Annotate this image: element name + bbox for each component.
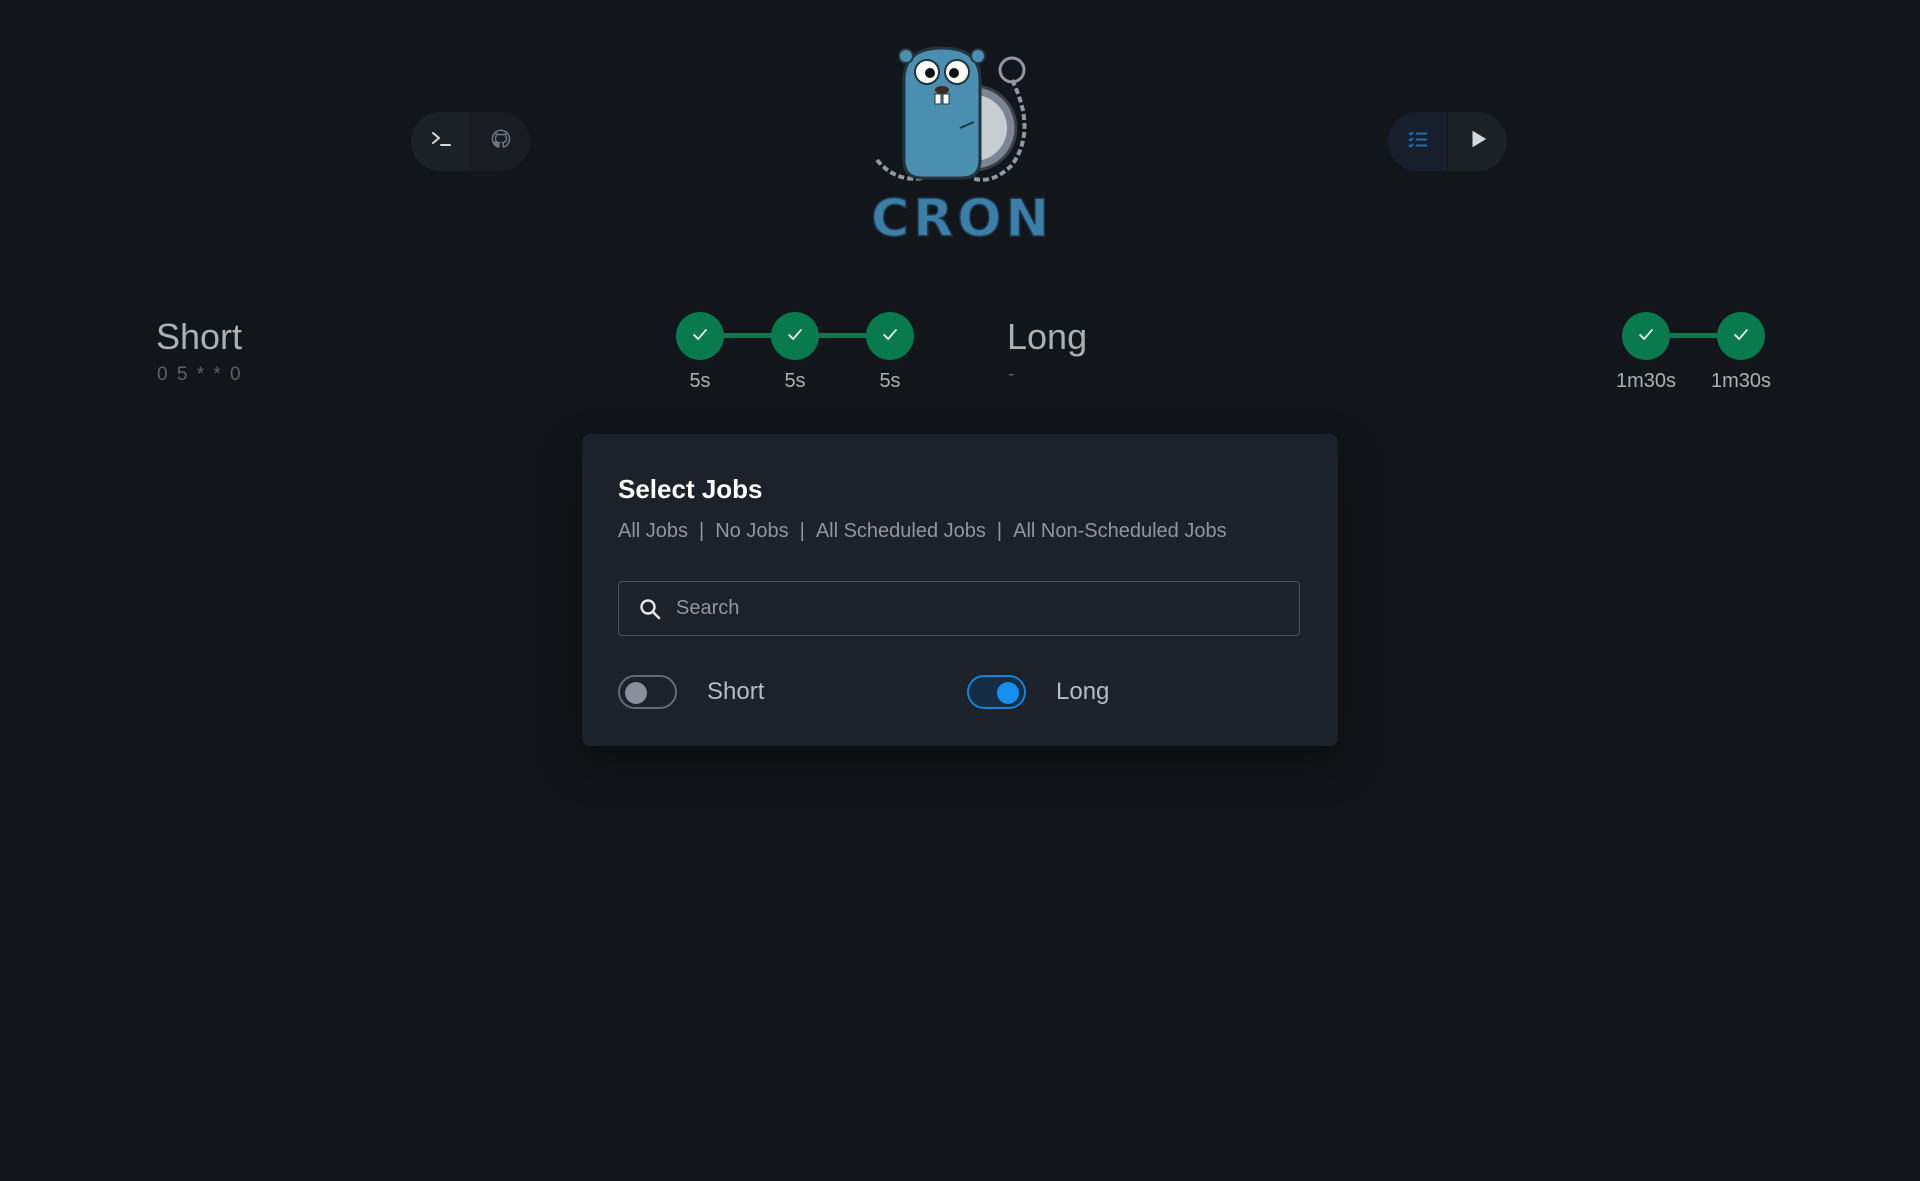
github-button[interactable] xyxy=(470,112,530,171)
selection-links: All Jobs | No Jobs | All Scheduled Jobs | All … xyxy=(618,520,1227,543)
run-duration: 1m30s xyxy=(1710,370,1772,392)
app-root: CRON Short 0 5 * * 0 5s 5s 5s Long - 1m3… xyxy=(0,0,1920,1181)
search-input[interactable] xyxy=(674,596,1299,621)
job-toggle-long[interactable] xyxy=(967,675,1026,709)
modal-title: Select Jobs xyxy=(618,474,763,504)
terminal-button[interactable] xyxy=(411,112,470,171)
toggle-knob xyxy=(997,682,1019,704)
run-button[interactable] xyxy=(1447,112,1507,171)
job-toggle-short[interactable] xyxy=(618,675,677,709)
check-icon xyxy=(1730,323,1752,350)
logo-text: CRON xyxy=(871,189,1053,245)
toggle-row-long[interactable]: Long xyxy=(967,675,1109,709)
job-schedule: 0 5 * * 0 xyxy=(157,364,243,385)
run-status-success[interactable] xyxy=(771,312,819,360)
header-right-buttons xyxy=(1388,112,1507,171)
select-jobs-modal: Select Jobs All Jobs | No Jobs | All Schedul… xyxy=(582,434,1338,746)
job-title: Short xyxy=(156,316,243,357)
check-icon xyxy=(879,323,901,350)
header-left-buttons xyxy=(411,112,530,171)
search-icon xyxy=(638,597,662,621)
checklist-icon xyxy=(1406,127,1430,156)
check-icon xyxy=(1635,323,1657,350)
play-icon xyxy=(1467,128,1489,155)
run-status-success[interactable] xyxy=(1622,312,1670,360)
all-scheduled-jobs-link[interactable]: All Scheduled Jobs xyxy=(816,520,986,542)
toggle-label: Long xyxy=(1056,678,1110,705)
run-duration: 5s xyxy=(784,370,806,392)
terminal-icon xyxy=(429,127,453,156)
check-icon xyxy=(689,323,711,350)
run-duration: 5s xyxy=(879,370,901,392)
all-jobs-link[interactable]: All Jobs xyxy=(618,520,688,542)
job-schedule: - xyxy=(1008,364,1017,385)
link-separator: | xyxy=(996,520,1003,542)
run-duration: 5s xyxy=(689,370,711,392)
run-status-success[interactable] xyxy=(1717,312,1765,360)
toggle-row-short[interactable]: Short xyxy=(618,675,764,709)
select-jobs-button[interactable] xyxy=(1388,112,1447,171)
no-jobs-link[interactable]: No Jobs xyxy=(715,520,788,542)
cron-logo: CRON xyxy=(862,40,1062,250)
github-icon xyxy=(490,128,512,155)
check-icon xyxy=(784,323,806,350)
link-separator: | xyxy=(699,520,705,542)
toggle-label: Short xyxy=(707,678,765,705)
run-status-success[interactable] xyxy=(866,312,914,360)
job-title: Long xyxy=(1007,316,1088,357)
all-non-scheduled-jobs-link[interactable]: All Non-Scheduled Jobs xyxy=(1013,520,1226,542)
search-box xyxy=(618,581,1300,636)
run-status-success[interactable] xyxy=(676,312,724,360)
run-duration: 1m30s xyxy=(1615,370,1677,392)
link-separator: | xyxy=(799,520,805,542)
toggle-knob xyxy=(625,682,647,704)
